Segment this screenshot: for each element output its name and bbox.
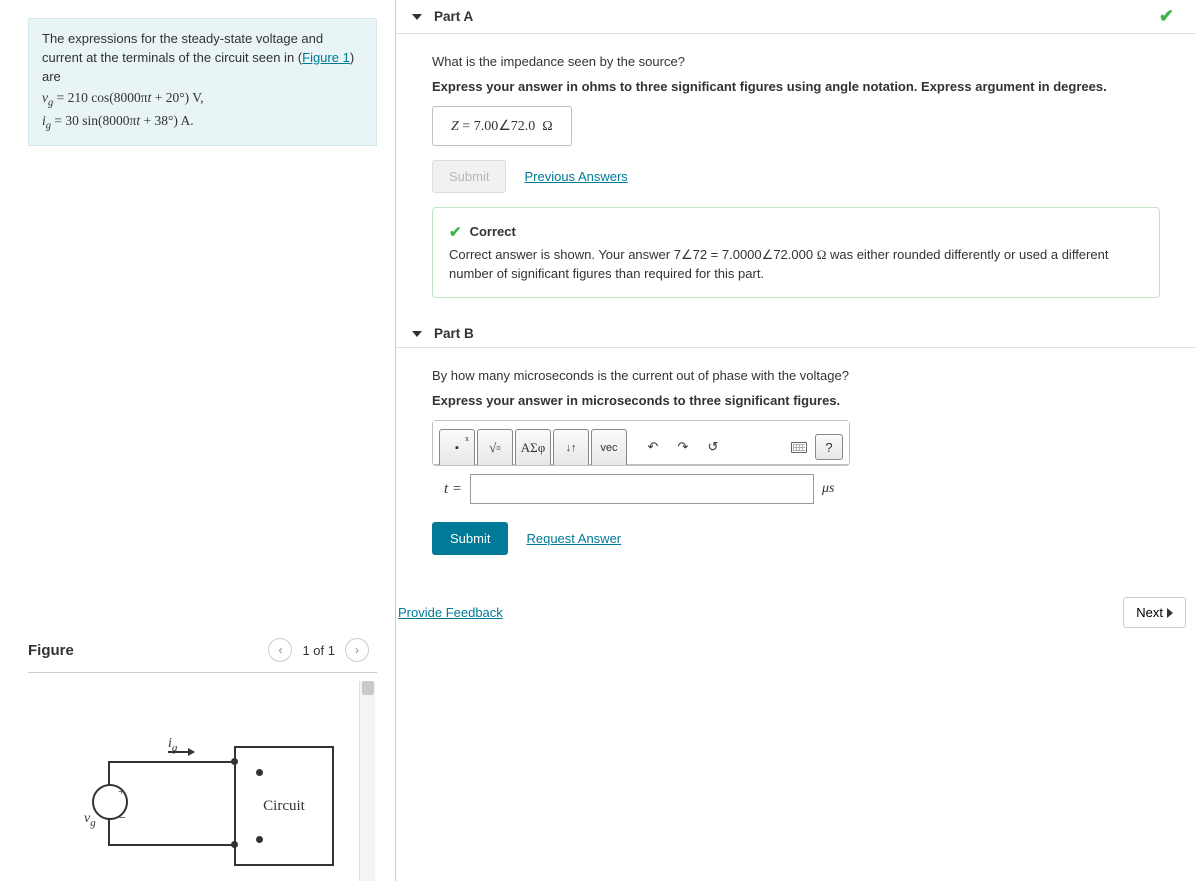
equation-vg: vg = 210 cos(8000πt + 20°) V, bbox=[42, 87, 363, 111]
equation-ig: ig = 30 sin(8000πt + 38°) A. bbox=[42, 110, 363, 134]
keyboard-icon bbox=[791, 442, 807, 453]
vector-button[interactable]: vec bbox=[591, 429, 627, 465]
feedback-title: Correct bbox=[470, 223, 516, 242]
figure-next-button[interactable]: › bbox=[345, 638, 369, 662]
problem-statement: The expressions for the steady-state vol… bbox=[28, 18, 377, 146]
vg-label: vg bbox=[84, 811, 96, 829]
figure-canvas: + − Circuit vg ig bbox=[28, 681, 377, 881]
circuit-box: Circuit bbox=[234, 746, 334, 866]
help-button[interactable]: ? bbox=[815, 434, 843, 460]
request-answer-link[interactable]: Request Answer bbox=[526, 531, 621, 546]
figure-scrollbar[interactable] bbox=[359, 681, 375, 881]
figure-heading: Figure bbox=[28, 642, 74, 659]
answer-unit: μs bbox=[822, 481, 834, 497]
part-b-question: By how many microseconds is the current … bbox=[432, 368, 1160, 383]
figure-link[interactable]: Figure 1 bbox=[302, 50, 350, 65]
correct-check-icon: ✔ bbox=[1159, 6, 1174, 27]
answer-input-widget: ▪x √▫ ΑΣφ ↓↑ vec ↶ ↷ ↺ ? bbox=[432, 420, 850, 466]
template-picker-button[interactable]: ▪x bbox=[439, 429, 475, 465]
part-b-submit-button[interactable]: Submit bbox=[432, 522, 508, 555]
reset-button[interactable]: ↺ bbox=[699, 429, 727, 465]
part-a-instruction: Express your answer in ohms to three sig… bbox=[432, 79, 1160, 94]
redo-button[interactable]: ↷ bbox=[669, 429, 697, 465]
next-button[interactable]: Next bbox=[1123, 597, 1186, 628]
feedback-body: Correct answer is shown. Your answer 7∠7… bbox=[449, 246, 1143, 284]
undo-button[interactable]: ↶ bbox=[639, 429, 667, 465]
figure-pager: 1 of 1 bbox=[296, 643, 341, 658]
chevron-right-icon bbox=[1167, 608, 1173, 618]
caret-down-icon bbox=[412, 14, 422, 20]
part-b-header[interactable]: Part B bbox=[396, 320, 1196, 348]
check-icon: ✔ bbox=[449, 222, 462, 244]
provide-feedback-link[interactable]: Provide Feedback bbox=[398, 605, 503, 620]
answer-variable-label: t = bbox=[432, 481, 462, 498]
part-a-question: What is the impedance seen by the source… bbox=[432, 54, 1160, 69]
part-a-answer-display: Z = 7.00∠72.0 Ω bbox=[432, 106, 572, 146]
current-arrow-icon bbox=[168, 751, 194, 753]
problem-intro-pre: The expressions for the steady-state vol… bbox=[42, 31, 323, 65]
keyboard-button[interactable] bbox=[785, 429, 813, 465]
greek-button[interactable]: ΑΣφ bbox=[515, 429, 551, 465]
figure-prev-button[interactable]: ‹ bbox=[268, 638, 292, 662]
part-a-submit-button: Submit bbox=[432, 160, 506, 193]
part-b-title: Part B bbox=[434, 326, 474, 341]
caret-down-icon bbox=[412, 331, 422, 337]
part-a-header[interactable]: Part A ✔ bbox=[396, 0, 1196, 34]
previous-answers-link[interactable]: Previous Answers bbox=[524, 169, 627, 184]
part-a-feedback: ✔ Correct Correct answer is shown. Your … bbox=[432, 207, 1160, 298]
part-b-instruction: Express your answer in microseconds to t… bbox=[432, 393, 1160, 408]
part-b-answer-input[interactable] bbox=[470, 474, 814, 504]
subscript-button[interactable]: ↓↑ bbox=[553, 429, 589, 465]
part-a-title: Part A bbox=[434, 9, 473, 24]
sqrt-button[interactable]: √▫ bbox=[477, 429, 513, 465]
